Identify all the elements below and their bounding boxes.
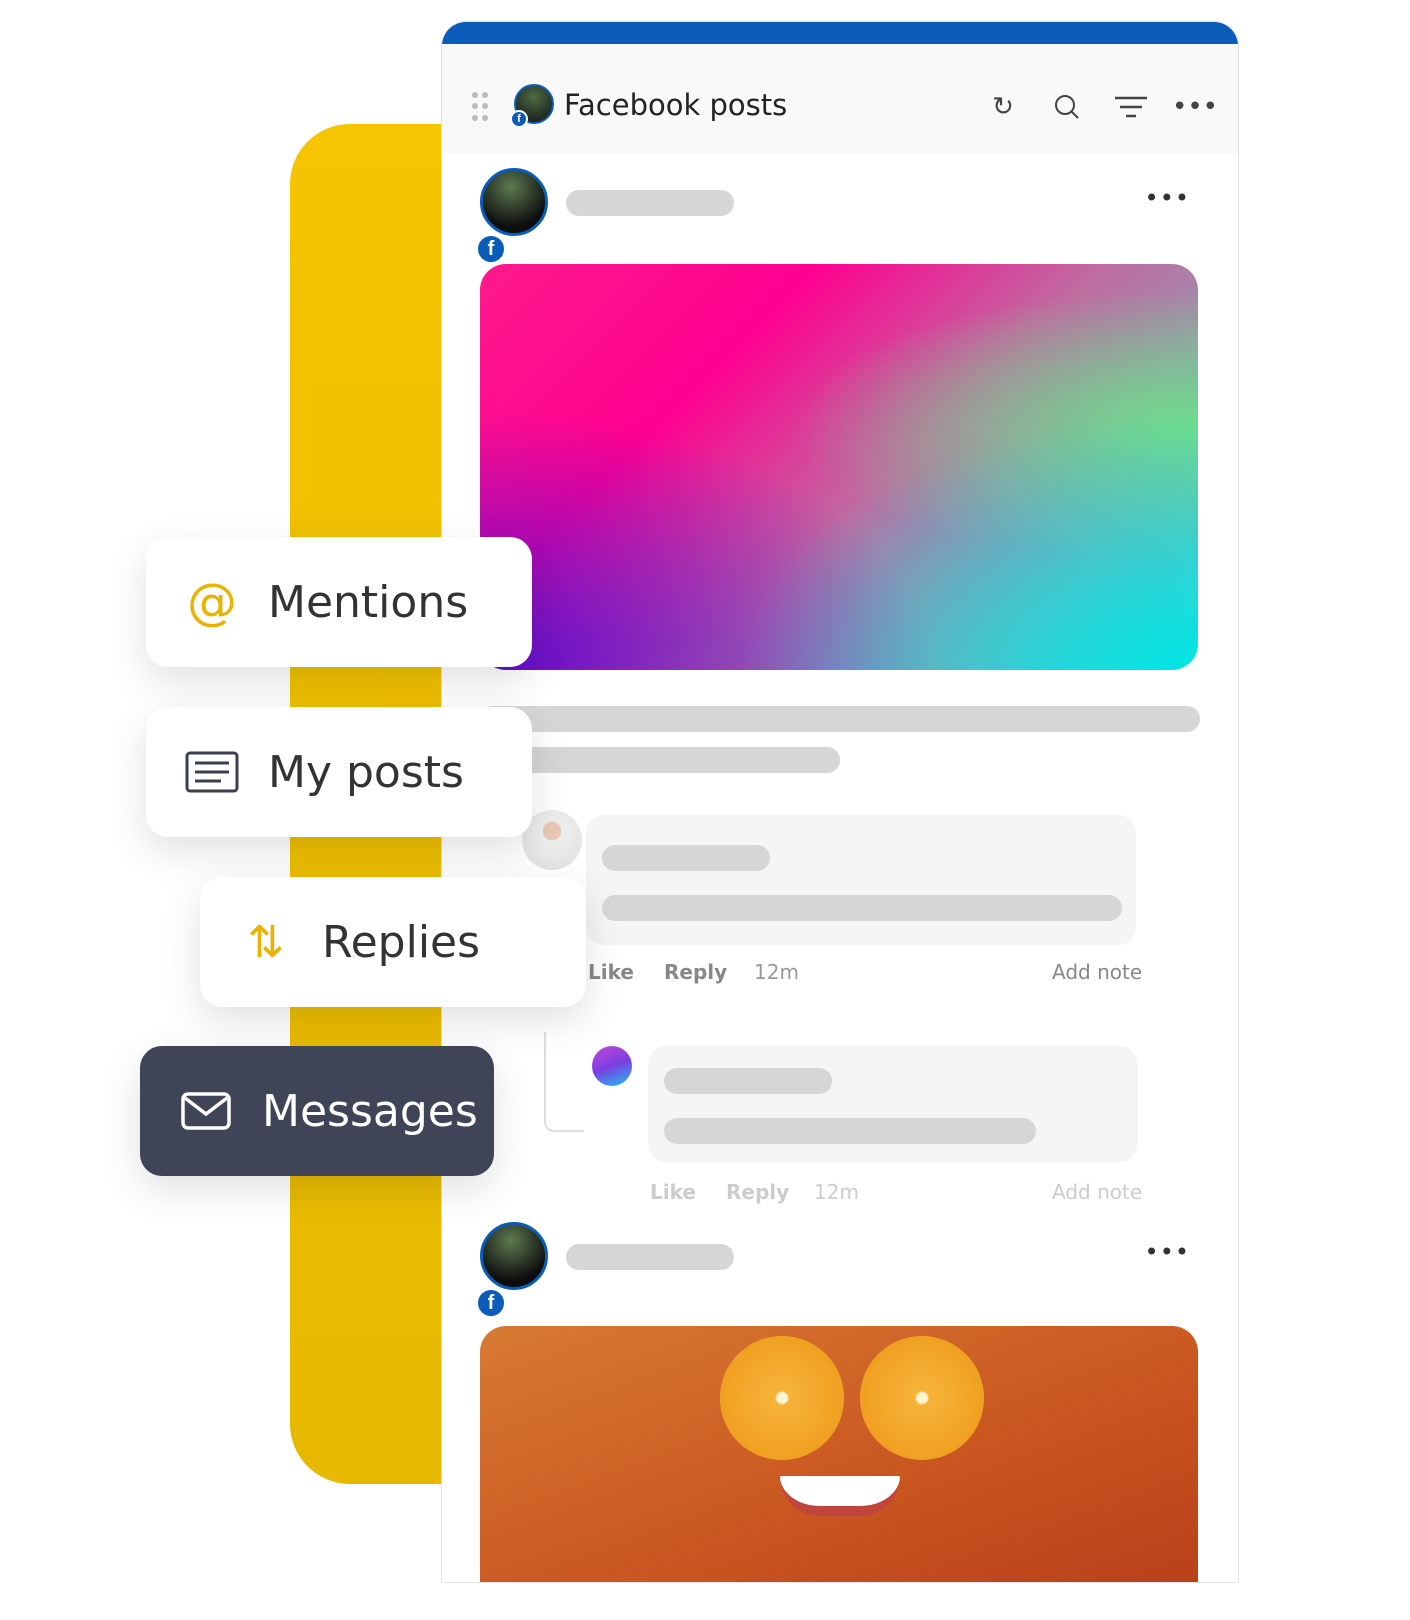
- author-name-placeholder: [566, 1244, 734, 1270]
- facebook-badge-icon: f: [510, 110, 528, 128]
- like-button[interactable]: Like: [650, 1180, 696, 1204]
- posts-icon: [182, 751, 242, 793]
- post-more-icon[interactable]: •••: [1145, 1238, 1190, 1266]
- reply-button[interactable]: Reply: [664, 960, 727, 984]
- facebook-badge-icon: f: [476, 234, 506, 264]
- post-image-oranges: [480, 1326, 1198, 1582]
- search-icon[interactable]: [1050, 90, 1084, 124]
- menu-card-my-posts[interactable]: My posts: [146, 707, 532, 837]
- post-text-placeholder: [480, 706, 1200, 732]
- comment-bubble: [586, 815, 1136, 945]
- facebook-badge-icon: f: [476, 1288, 506, 1318]
- menu-label: Messages: [262, 1085, 478, 1137]
- menu-card-mentions[interactable]: @ Mentions: [146, 537, 532, 667]
- envelope-icon: [176, 1092, 236, 1130]
- panel-header: f Facebook posts ↻ •••: [442, 44, 1238, 154]
- like-button[interactable]: Like: [588, 960, 634, 984]
- reply-bubble: [648, 1046, 1138, 1162]
- menu-label: Mentions: [268, 576, 469, 628]
- post-author-avatar: [480, 1222, 548, 1290]
- post-author-avatar: [480, 168, 548, 236]
- panel-title: Facebook posts: [564, 88, 788, 122]
- refresh-icon[interactable]: ↻: [986, 90, 1020, 124]
- at-icon: @: [187, 573, 237, 631]
- reply-author-placeholder: [664, 1068, 832, 1094]
- add-note-button[interactable]: Add note: [1052, 1180, 1142, 1204]
- post-text-placeholder: [480, 747, 840, 773]
- post-image-gradient: [480, 264, 1198, 670]
- menu-label: Replies: [322, 916, 481, 968]
- post-more-icon[interactable]: •••: [1145, 184, 1190, 212]
- more-icon[interactable]: •••: [1172, 90, 1218, 124]
- comment-time: 12m: [814, 1180, 859, 1204]
- reply-avatar: [592, 1046, 632, 1086]
- retweet-icon: ⇅: [247, 916, 285, 968]
- comment-author-placeholder: [602, 845, 770, 871]
- facebook-posts-panel: f Facebook posts ↻ ••• f ••• Like Reply …: [442, 22, 1238, 1582]
- menu-label: My posts: [268, 746, 464, 798]
- reply-thread-line: [544, 1032, 584, 1132]
- add-note-button[interactable]: Add note: [1052, 960, 1142, 984]
- comment-time: 12m: [754, 960, 799, 984]
- menu-card-replies[interactable]: ⇅ Replies: [200, 877, 586, 1007]
- comment-text-placeholder: [602, 895, 1122, 921]
- panel-top-bar: [442, 22, 1238, 44]
- filter-icon[interactable]: [1114, 90, 1148, 124]
- author-name-placeholder: [566, 190, 734, 216]
- menu-card-messages[interactable]: Messages: [140, 1046, 494, 1176]
- reply-button[interactable]: Reply: [726, 1180, 789, 1204]
- drag-handle-icon[interactable]: [472, 92, 488, 122]
- reply-text-placeholder: [664, 1118, 1036, 1144]
